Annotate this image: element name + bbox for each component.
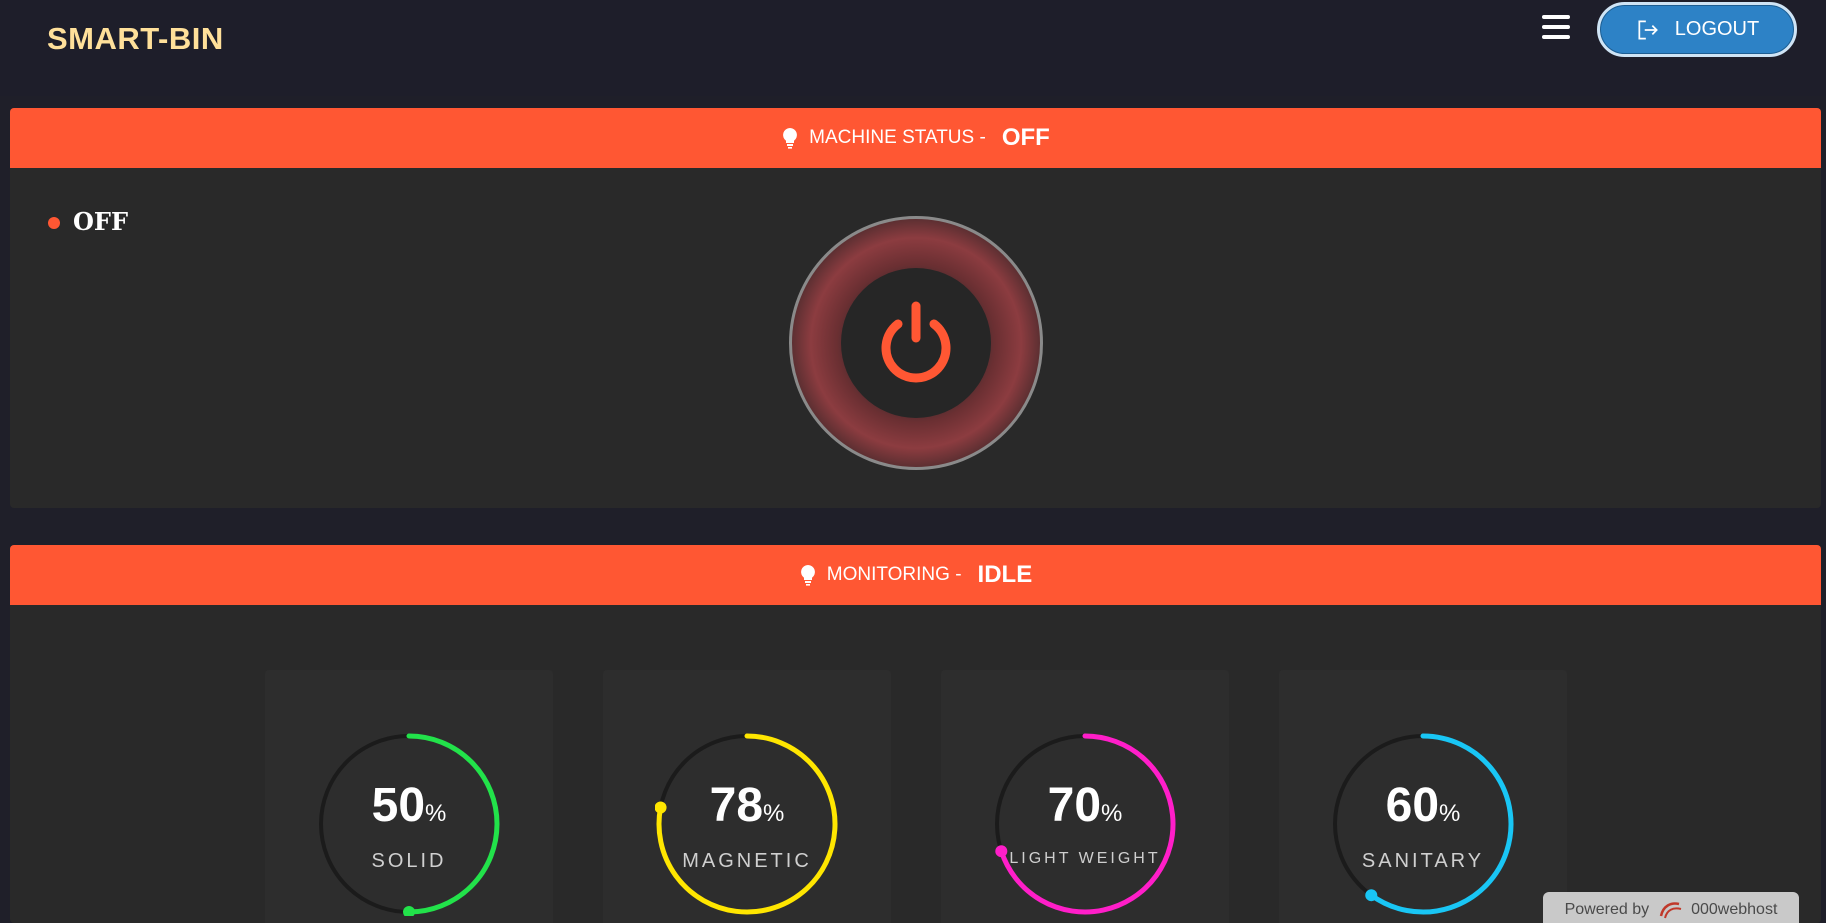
gauge-label: SANITARY: [1361, 850, 1485, 872]
monitoring-header: MONITORING - IDLE: [10, 545, 1821, 605]
top-navbar: SMART-BIN LOGOUT: [0, 0, 1826, 96]
machine-status-panel: MACHINE STATUS - OFF OFF: [10, 108, 1821, 508]
power-button[interactable]: [789, 216, 1043, 470]
machine-status-header: MACHINE STATUS - OFF: [10, 108, 1821, 168]
lightbulb-icon: [783, 128, 798, 149]
host-name: 000webhost: [1691, 900, 1778, 918]
powered-by-text: Powered by: [1564, 900, 1650, 918]
gauge-label: LIGHT WEIGHT: [1009, 850, 1161, 867]
logout-button[interactable]: LOGOUT: [1597, 2, 1797, 57]
gauge-card-solid: 50% SOLID: [265, 670, 553, 923]
logout-icon: [1638, 19, 1658, 40]
powered-by-badge[interactable]: Powered by 000webhost: [1543, 892, 1799, 923]
gauge-card-sanitary: 60% SANITARY: [1279, 670, 1567, 923]
gauge-label: SOLID: [371, 850, 447, 872]
logout-label: LOGOUT: [1674, 18, 1760, 40]
webhost-logo-icon: [1659, 901, 1682, 918]
machine-status-title: MACHINE STATUS -: [809, 127, 986, 148]
power-icon: [881, 301, 951, 383]
status-indicator-text: OFF: [73, 207, 128, 236]
gauge-value: 50%: [371, 779, 447, 832]
gauge-card-magnetic: 78% MAGNETIC: [603, 670, 891, 923]
lightbulb-icon: [800, 565, 815, 586]
machine-status-value: OFF: [1001, 124, 1050, 151]
monitoring-panel: MONITORING - IDLE 50% SOLID 78% MAGNETIC…: [10, 545, 1821, 923]
monitoring-value: IDLE: [977, 561, 1033, 588]
gauge-card-light-weight: 70% LIGHT WEIGHT: [941, 670, 1229, 923]
status-indicator-dot: [48, 217, 60, 229]
gauge-label: MAGNETIC: [682, 850, 812, 872]
brand-logo[interactable]: SMART-BIN: [47, 21, 224, 57]
menu-icon[interactable]: [1542, 15, 1570, 41]
gauge-value: 60%: [1385, 779, 1461, 832]
gauge-value: 78%: [709, 779, 785, 832]
power-button-core: [841, 268, 991, 418]
gauge-value: 70%: [1047, 779, 1123, 832]
monitoring-title: MONITORING -: [826, 564, 962, 585]
